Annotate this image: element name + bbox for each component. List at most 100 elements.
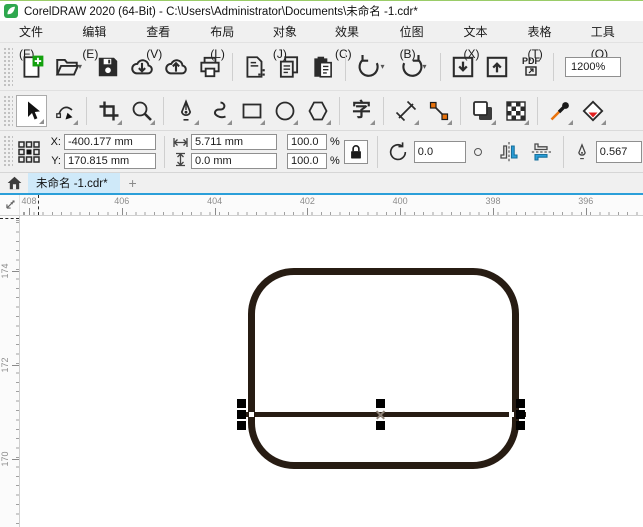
selection-handle-top-center[interactable]: [376, 399, 385, 408]
menu-tools[interactable]: 工具(O): [578, 21, 643, 61]
new-tab-button[interactable]: +: [120, 173, 146, 193]
toolbox-grip[interactable]: [3, 95, 13, 126]
line-end-node-left[interactable]: [249, 412, 254, 417]
save-to-cloud-button[interactable]: [161, 52, 191, 82]
zoom-level-combo[interactable]: 1200%: [565, 56, 621, 77]
text-tool[interactable]: 字: [346, 95, 377, 127]
open-button[interactable]: ▾: [51, 52, 89, 82]
crop-tool[interactable]: [93, 95, 124, 127]
title-bar: CorelDRAW 2020 (64-Bit) - C:\Users\Admin…: [0, 1, 643, 21]
selection-handle-bottom-center[interactable]: [376, 421, 385, 430]
selection-handle-bottom-right[interactable]: [516, 421, 525, 430]
selection-handle-middle-left[interactable]: [237, 410, 246, 419]
redo-button[interactable]: ▾: [395, 52, 433, 82]
freehand-curve-icon: [213, 101, 226, 118]
redo-dropdown-caret[interactable]: ▾: [423, 62, 431, 71]
x-position-field[interactable]: -400.177 mm: [64, 134, 156, 150]
menu-bitmaps[interactable]: 位图(B): [387, 21, 451, 61]
rectangle-tool[interactable]: [236, 95, 267, 127]
drop-shadow-tool[interactable]: [467, 95, 498, 127]
mirror-horizontal-button[interactable]: [496, 141, 522, 163]
menu-view[interactable]: 查看(V): [133, 21, 197, 61]
vertical-ruler[interactable]: 174 172 170: [0, 216, 20, 527]
menu-table[interactable]: 表格(T): [514, 21, 577, 61]
object-height-field[interactable]: 0.0 mm: [191, 153, 277, 169]
percent-sign: %: [330, 155, 340, 167]
import-button[interactable]: [448, 52, 478, 82]
smart-fill-tool[interactable]: [577, 95, 608, 127]
h-ruler-label: 404: [207, 196, 223, 206]
propbar-grip[interactable]: [3, 135, 13, 168]
menu-object[interactable]: 对象(J): [260, 21, 322, 61]
window-title: CorelDRAW 2020 (64-Bit) - C:\Users\Admin…: [24, 6, 418, 18]
welcome-home-button[interactable]: [0, 173, 28, 193]
print-button[interactable]: [195, 52, 225, 82]
selection-handle-middle-right[interactable]: [516, 410, 525, 419]
dimension-line-icon: [395, 100, 416, 121]
polygon-tool[interactable]: [302, 95, 333, 127]
menu-edit[interactable]: 编辑(E): [69, 21, 133, 61]
pick-tool[interactable]: [16, 94, 47, 127]
menu-file[interactable]: 文件(F): [6, 21, 69, 61]
print-icon: [200, 56, 220, 77]
paste-icon: [314, 56, 332, 78]
undo-dropdown-caret[interactable]: ▾: [381, 62, 389, 71]
paste-button[interactable]: [308, 52, 338, 82]
menu-text[interactable]: 文本(X): [451, 21, 515, 61]
smart-fill-icon: [582, 100, 603, 121]
rounded-rectangle-object[interactable]: [248, 268, 519, 469]
property-bar: X: -400.177 mm Y: 170.815 mm 5.711 mm 0.…: [0, 131, 643, 173]
publish-pdf-button[interactable]: PDF: [516, 52, 546, 82]
copy-button[interactable]: [274, 52, 304, 82]
object-width-field[interactable]: 5.711 mm: [191, 134, 277, 150]
outline-width-field[interactable]: 0.567: [595, 140, 642, 163]
shape-tool[interactable]: [49, 95, 80, 127]
coreldraw-window: CorelDRAW 2020 (64-Bit) - C:\Users\Admin…: [0, 0, 643, 527]
rotation-angle-field[interactable]: 0.0: [413, 140, 466, 163]
print-merge-button[interactable]: [240, 52, 270, 82]
menu-effects[interactable]: 效果(C): [322, 21, 387, 61]
undo-button[interactable]: ▾: [353, 52, 391, 82]
mirror-vertical-icon: [530, 142, 551, 161]
selection-handle-top-right[interactable]: [516, 399, 525, 408]
h-ruler-major-tick: [307, 208, 309, 215]
ruler-origin-corner[interactable]: [0, 195, 20, 215]
new-document-button[interactable]: [17, 52, 47, 82]
ellipse-tool[interactable]: [269, 95, 300, 127]
v-ruler-major-tick: [12, 459, 19, 460]
document-tab-active[interactable]: 未命名 -1.cdr*: [28, 173, 120, 193]
open-dropdown-caret[interactable]: ▾: [78, 62, 86, 71]
mirror-horizontal-icon: [500, 141, 518, 162]
freehand-tool[interactable]: [203, 95, 234, 127]
drawing-canvas[interactable]: [20, 216, 643, 527]
selection-handle-top-left[interactable]: [237, 399, 246, 408]
selection-handle-bottom-left[interactable]: [237, 421, 246, 430]
new-document-icon: [23, 55, 44, 78]
zoom-tool[interactable]: [126, 95, 157, 127]
propbar-separator: [164, 135, 165, 168]
line-end-node-right[interactable]: [509, 412, 514, 417]
y-position-field[interactable]: 170.815 mm: [64, 153, 156, 169]
toolbar-grip[interactable]: [3, 47, 13, 86]
pdf-box-icon: [525, 66, 537, 76]
save-button[interactable]: [93, 52, 123, 82]
mirror-vertical-button[interactable]: [528, 141, 554, 163]
pen-tool[interactable]: [170, 95, 201, 127]
horizontal-ruler[interactable]: 408 406 404 402 400 398 396: [20, 195, 643, 215]
open-from-cloud-button[interactable]: [127, 52, 157, 82]
lock-ratio-button[interactable]: [343, 139, 368, 164]
connector-tool[interactable]: [423, 95, 454, 127]
menu-layout[interactable]: 布局(L): [197, 21, 260, 61]
toolbox-separator: [537, 96, 538, 125]
toolbar-separator: [232, 52, 233, 81]
object-center-marker[interactable]: [376, 410, 385, 419]
dimension-tool[interactable]: [390, 95, 421, 127]
transparency-tool[interactable]: [500, 95, 531, 127]
scale-y-field[interactable]: 100.0: [287, 153, 327, 169]
color-eyedropper-tool[interactable]: [544, 95, 575, 127]
toolbox-separator: [86, 96, 87, 125]
height-icon: [176, 152, 185, 167]
open-folder-icon: [55, 58, 80, 76]
scale-x-field[interactable]: 100.0: [287, 134, 327, 150]
export-button[interactable]: [482, 52, 512, 82]
